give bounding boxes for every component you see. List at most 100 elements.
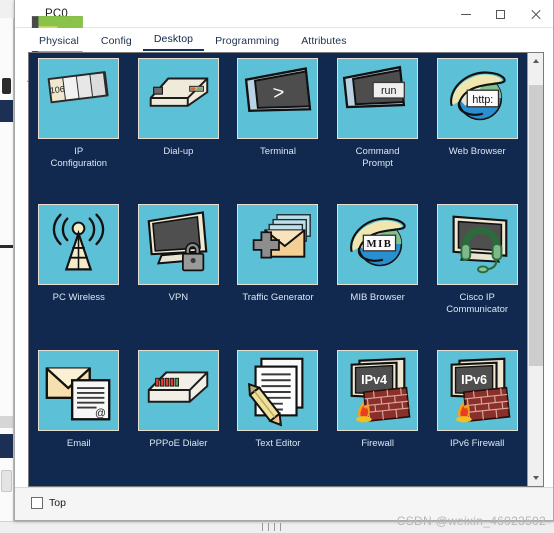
desktop-item-vpn[interactable]: VPN [129, 204, 229, 350]
desktop-item-label: Firewall [332, 438, 424, 450]
desktop-item-label: Text Editor [232, 438, 324, 450]
watermark-text: CSDN @weixin_46023502 [396, 514, 546, 528]
label-line-1: MIB Browser [350, 292, 405, 303]
desktop-item-firewall[interactable]: IPv4 Firewall [328, 350, 428, 486]
tab-programming[interactable]: Programming [204, 35, 290, 51]
background-divider [0, 245, 13, 248]
background-button [1, 470, 12, 492]
desktop-item-pc-wireless[interactable]: PC Wireless [29, 204, 129, 350]
desktop-item-web-browser[interactable]: http: Web Browser [427, 58, 527, 204]
scroll-up-button[interactable] [528, 53, 543, 69]
scroll-down-button[interactable] [528, 470, 543, 486]
label-line-1: Traffic Generator [242, 292, 314, 303]
label-line-1: Cisco IP [459, 292, 495, 303]
window-controls [448, 0, 553, 28]
desktop-icon-grid: 106 IP Configuration Dial-up > Terminal … [29, 58, 527, 486]
label-line-1: PC Wireless [52, 292, 105, 303]
vertical-scrollbar[interactable] [527, 53, 543, 486]
desktop-item-label: IP Configuration [33, 146, 125, 170]
firewall-ipv4-text: IPv4 [361, 373, 387, 387]
desktop-item-terminal[interactable]: > Terminal [228, 58, 328, 204]
top-checkbox[interactable] [31, 497, 43, 509]
minimize-button[interactable] [448, 0, 483, 28]
background-selected-item-2 [0, 434, 13, 458]
email-at-text: @ [95, 407, 106, 419]
web-browser-icon: http: [436, 58, 518, 139]
background-ruler-ticks [262, 521, 288, 533]
tab-physical[interactable]: Physical [28, 35, 90, 51]
label-line-2: Communicator [446, 304, 509, 315]
window-titlebar[interactable]: PC0 [15, 0, 553, 82]
desktop-icon-area: 106 IP Configuration Dial-up > Terminal … [29, 53, 527, 486]
desktop-item-ip-configuration[interactable]: 106 IP Configuration [29, 58, 129, 204]
desktop-item-command-prompt[interactable]: run Command Prompt [328, 58, 428, 204]
scrollbar-thumb[interactable] [529, 85, 543, 366]
svg-text:106: 106 [50, 84, 66, 96]
close-button[interactable] [518, 0, 553, 28]
desktop-item-label: Cisco IP Communicator [431, 292, 523, 316]
desktop-item-dial-up[interactable]: Dial-up [129, 58, 229, 204]
tab-attributes[interactable]: Attributes [290, 35, 357, 51]
terminal-icon: > [237, 58, 319, 139]
desktop-item-label: MIB Browser [332, 292, 424, 304]
ip-configuration-icon: 106 [38, 58, 120, 139]
label-line-1: Firewall [361, 438, 394, 449]
label-line-1: IP [74, 146, 84, 157]
command-prompt-icon: run [337, 58, 419, 139]
desktop-item-ipv6-firewall[interactable]: IPv6 IPv6 Firewall [427, 350, 527, 486]
vpn-icon [137, 204, 219, 285]
desktop-item-label: PPPoE Dialer [132, 438, 224, 450]
desktop-item-label: Web Browser [431, 146, 523, 158]
desktop-item-email[interactable]: @ Email [29, 350, 129, 486]
traffic-generator-icon [237, 204, 319, 285]
label-line-1: VPN [168, 292, 189, 303]
tab-bar: Physical Config Desktop Programming Attr… [15, 28, 553, 51]
dial-up-modem-icon [137, 58, 219, 139]
label-line-1: IPv6 Firewall [450, 438, 505, 449]
label-line-1: Text Editor [255, 438, 301, 449]
email-icon: @ [38, 350, 120, 431]
firewall-ipv6-text: IPv6 [461, 373, 487, 387]
desktop-item-text-editor[interactable]: Text Editor [228, 350, 328, 486]
desktop-item-label: IPv6 Firewall [431, 438, 523, 450]
cisco-ip-communicator-icon [436, 204, 518, 285]
firewall-ipv6-icon: IPv6 [436, 350, 518, 431]
top-checkbox-row[interactable]: Top [31, 497, 66, 509]
desktop-pane: 106 IP Configuration Dial-up > Terminal … [28, 52, 544, 487]
desktop-item-traffic-generator[interactable]: Traffic Generator [228, 204, 328, 350]
label-line-2: Configuration [50, 158, 108, 169]
maximize-button[interactable] [483, 0, 518, 28]
label-line-1: Dial-up [163, 146, 194, 157]
mib-browser-icon: MIB [337, 204, 419, 285]
packet-tracer-flag-icon [22, 6, 83, 82]
label-line-1: Command [355, 146, 400, 157]
desktop-item-mib-browser[interactable]: MIB MIB Browser [328, 204, 428, 350]
pc-wireless-icon [38, 204, 120, 285]
desktop-item-pppoe-dialer[interactable]: PPPoE Dialer [129, 350, 229, 486]
desktop-item-label: Email [33, 438, 125, 450]
top-checkbox-label: Top [49, 497, 66, 509]
label-line-1: Email [66, 438, 91, 449]
desktop-item-label: VPN [132, 292, 224, 304]
command-prompt-run-text: run [381, 85, 397, 97]
tab-config[interactable]: Config [90, 35, 143, 51]
text-editor-icon [237, 350, 319, 431]
web-browser-http-text: http: [472, 94, 493, 106]
desktop-item-label: Command Prompt [332, 146, 424, 170]
label-line-2: Prompt [362, 158, 393, 169]
desktop-item-label: Terminal [232, 146, 324, 158]
tab-desktop[interactable]: Desktop [142, 33, 205, 51]
background-scroll-thumb [0, 416, 13, 428]
desktop-item-label: PC Wireless [33, 292, 125, 304]
label-line-1: PPPoE Dialer [149, 438, 208, 449]
label-line-1: Web Browser [448, 146, 506, 157]
desktop-item-cisco-ip-communicator[interactable]: Cisco IP Communicator [427, 204, 527, 350]
background-selected-item [0, 100, 13, 122]
pppoe-dialer-icon [137, 350, 219, 431]
mib-label-text: MIB [367, 238, 393, 250]
svg-text:>: > [272, 81, 286, 104]
background-tool-icon [2, 78, 11, 94]
desktop-item-label: Traffic Generator [232, 292, 324, 304]
label-line-1: Terminal [260, 146, 296, 157]
pc0-window: PC0 Physical Config Desktop Programming … [14, 0, 554, 521]
